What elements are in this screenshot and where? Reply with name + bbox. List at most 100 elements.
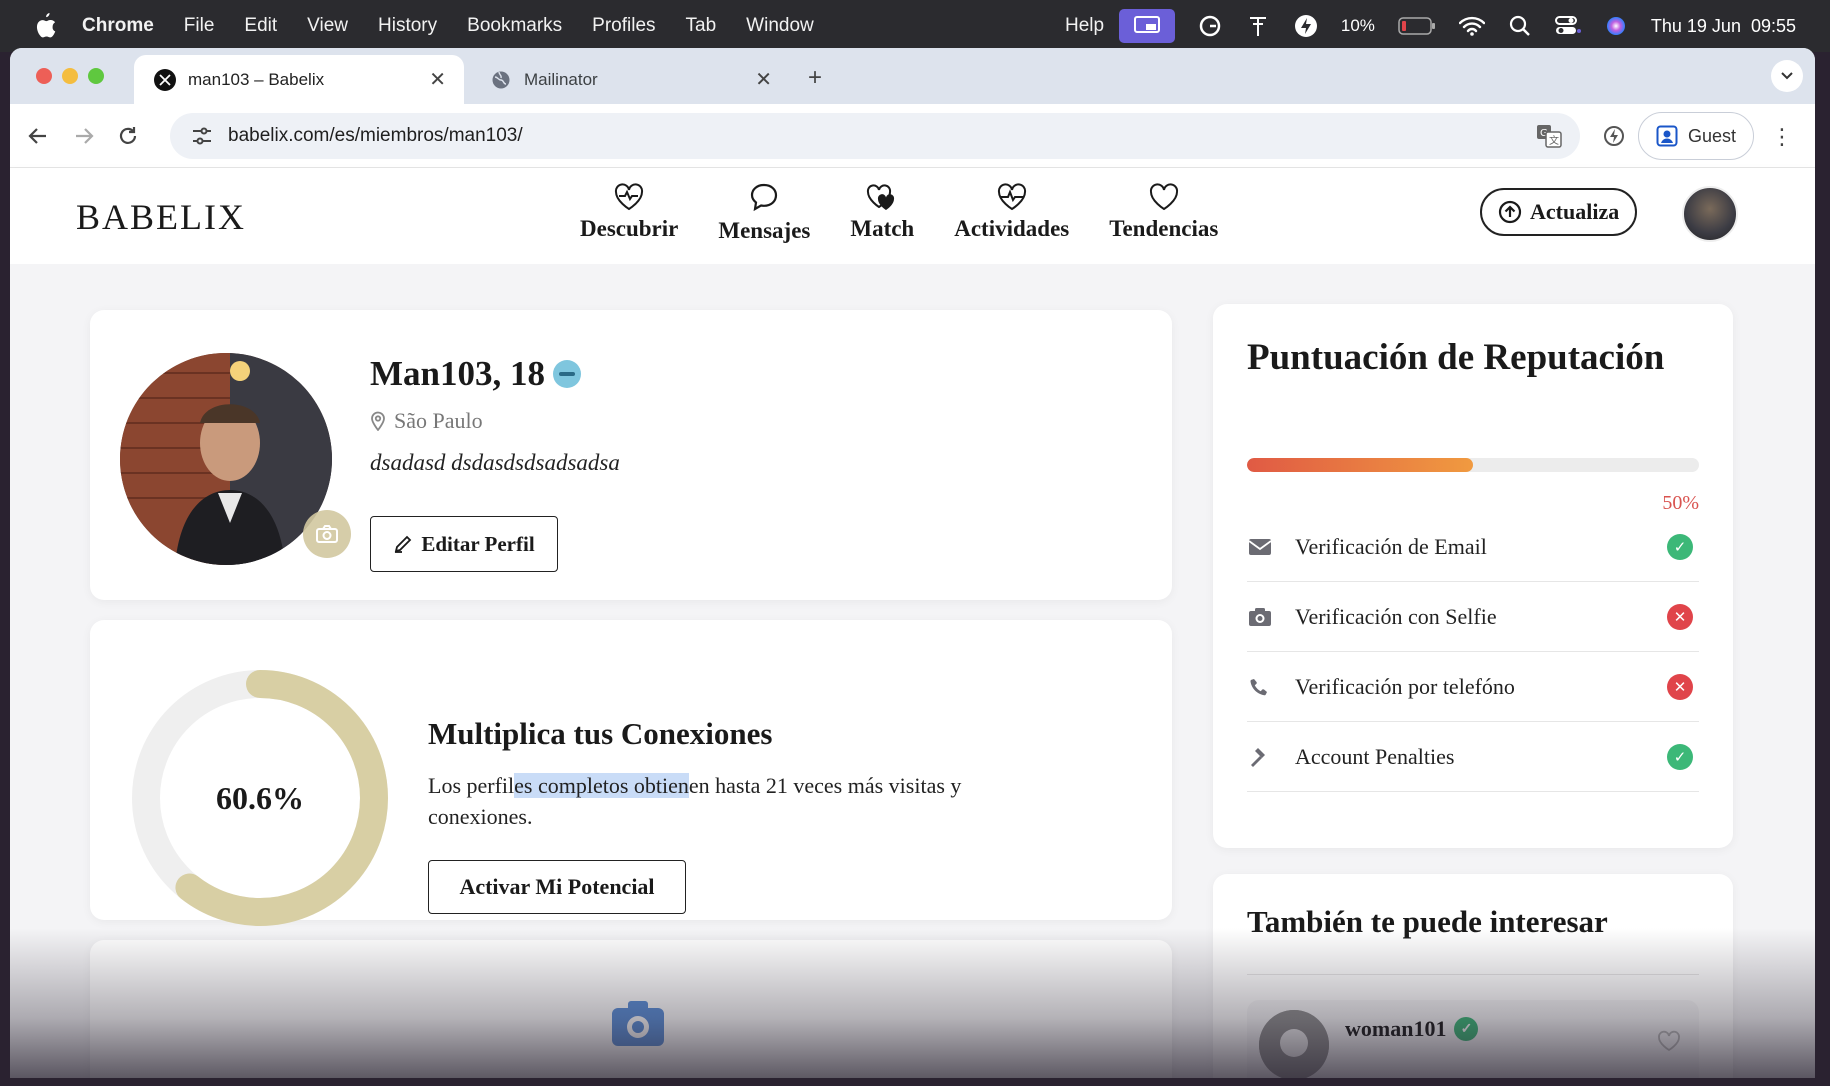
suggestion-username[interactable]: woman101 [1345,1016,1446,1042]
menu-view[interactable]: View [307,15,348,37]
tab-title: Mailinator [524,69,598,89]
edit-profile-label: Editar Perfil [421,531,535,556]
phone-icon [1250,678,1267,695]
url-text[interactable]: babelix.com/es/miembros/man103/ [228,125,523,147]
edit-profile-button[interactable]: Editar Perfil [370,516,558,572]
nav-label: Tendencias [1109,216,1219,241]
menu-help[interactable]: Help [1065,15,1104,37]
nav-label: Descubrir [580,216,679,241]
suggestion-avatar[interactable] [1259,1010,1329,1078]
verification-label: Verificación por telefóno [1295,673,1515,699]
close-tab-icon[interactable]: ✕ [429,67,446,92]
suggestions-card: También te puede interesar woman101 ✓ [1213,874,1733,1078]
tab-search-chevron-icon[interactable] [1771,60,1803,92]
new-tab-button[interactable]: + [808,64,822,92]
connections-card: 60.6% Multiplica tus Conexiones Los perf… [90,620,1172,926]
zoom-window-button[interactable] [88,68,104,84]
menu-file[interactable]: File [184,15,215,37]
reputation-progress-track [1247,458,1699,472]
verification-row-penalties[interactable]: Account Penalties ✓ [1247,722,1699,792]
reputation-card: Puntuación de Reputación 50% Verificació… [1213,304,1733,848]
screen-share-icon[interactable] [1118,9,1175,43]
apple-icon[interactable] [34,13,56,39]
extension-icon[interactable] [1600,122,1628,150]
verification-label: Verificación de Email [1295,533,1487,559]
bolt-icon[interactable] [1293,13,1319,39]
profile-location: São Paulo [370,408,483,434]
nav-mensajes[interactable]: Mensajes [718,182,810,244]
activate-potential-button[interactable]: Activar Mi Potencial [428,860,686,914]
completion-percent: 60.6% [216,779,304,816]
reputation-title: Puntuación de Reputación [1247,337,1665,378]
menu-bookmarks[interactable]: Bookmarks [467,15,562,37]
profile-name: Man103, 18 [370,354,581,394]
control-center-icon[interactable] [1554,13,1581,39]
tab-strip: man103 – Babelix ✕ Mailinator ✕ + [10,48,1815,104]
minimize-window-button[interactable] [62,68,78,84]
upload-circle-icon [1498,200,1522,224]
menubar-clock[interactable]: Thu 19 Jun 09:55 [1651,16,1796,37]
menu-tab[interactable]: Tab [686,15,717,37]
tab-mailinator[interactable]: Mailinator ✕ [470,55,790,104]
siri-icon[interactable] [1603,13,1629,39]
verification-row-email[interactable]: Verificación de Email ✓ [1247,512,1699,582]
menu-chrome[interactable]: Chrome [82,15,154,37]
heartbeat-icon [997,183,1026,211]
more-vertical-icon[interactable]: ⋮ [1771,124,1793,150]
wifi-icon[interactable] [1458,13,1485,39]
babelix-logo[interactable]: BABELIX [76,196,246,238]
person-icon [1656,125,1678,147]
suggestion-item[interactable]: woman101 ✓ [1247,1000,1699,1078]
profile-card: Man103, 18 São Paulo dsadasd dsdasdsdsad… [90,310,1172,600]
verification-label: Account Penalties [1295,743,1455,769]
status-badge-icon [553,360,581,388]
back-arrow-icon[interactable] [24,122,52,150]
close-tab-icon[interactable]: ✕ [755,67,772,92]
tab-title: man103 – Babelix [188,69,325,89]
menu-window[interactable]: Window [746,15,814,37]
nav-actividades[interactable]: Actividades [954,182,1069,244]
envelope-icon [1248,538,1272,555]
macos-menubar: Chrome File Edit View History Bookmarks … [0,0,1830,52]
gavel-icon [1251,747,1265,767]
site-header: BABELIX Descubrir Mensajes Match Activid… [10,168,1815,264]
nav-label: Actividades [954,216,1070,241]
forward-arrow-icon[interactable] [70,122,98,150]
translate-icon[interactable]: G文 [1536,124,1562,148]
close-window-button[interactable] [36,68,52,84]
like-heart-icon[interactable] [1657,1030,1681,1052]
profile-guest-button[interactable]: Guest [1638,112,1754,160]
change-photo-camera-icon[interactable] [303,510,351,558]
upgrade-button[interactable]: Actualiza [1480,188,1638,236]
timing-icon[interactable] [1245,13,1271,39]
chat-bubble-icon [751,183,778,212]
camera-icon [1249,607,1271,626]
x-logo-icon [154,68,176,91]
tab-babelix[interactable]: man103 – Babelix ✕ [134,55,464,104]
nav-descubrir[interactable]: Descubrir [580,182,678,244]
verification-row-selfie[interactable]: Verificación con Selfie ✕ [1247,582,1699,652]
divider [1247,974,1699,975]
reload-icon[interactable] [114,122,142,150]
spotlight-search-icon[interactable] [1507,13,1533,39]
battery-icon[interactable] [1397,13,1437,39]
suggestion-name: woman101 ✓ [1345,1016,1479,1042]
verification-row-phone[interactable]: Verificación por telefóno ✕ [1247,652,1699,722]
nav-match[interactable]: Match [850,182,914,244]
main-nav: Descubrir Mensajes Match Actividades Ten… [580,182,1218,244]
menu-history[interactable]: History [378,15,437,37]
user-avatar[interactable] [1682,186,1738,242]
profile-photo[interactable] [120,353,332,565]
grammarly-icon[interactable] [1197,13,1223,39]
upgrade-label: Actualiza [1530,199,1620,224]
nav-tendencias[interactable]: Tendencias [1109,182,1218,244]
browser-toolbar: babelix.com/es/miembros/man103/ G文 Guest… [10,104,1815,168]
profile-label: Guest [1687,125,1737,146]
x-circle-icon: ✕ [1667,673,1693,700]
site-settings-icon[interactable] [190,124,214,148]
menu-edit[interactable]: Edit [244,15,277,37]
connections-description: Los perfiles completos obtienen hasta 21… [428,770,1068,832]
menu-profiles[interactable]: Profiles [592,15,655,37]
check-circle-icon: ✓ [1667,533,1693,560]
address-bar[interactable]: babelix.com/es/miembros/man103/ G文 [170,113,1580,159]
